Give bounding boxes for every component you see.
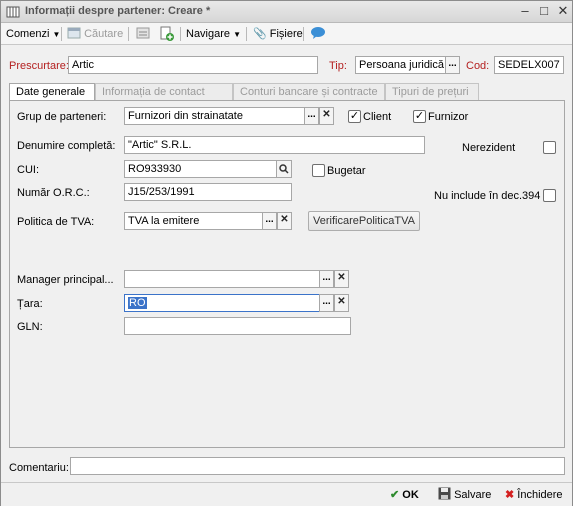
prescurtare-input[interactable]: Artic xyxy=(68,56,318,74)
manager-select-button[interactable]: ... xyxy=(319,270,334,288)
gln-label: GLN: xyxy=(17,321,43,333)
tva-select-button[interactable]: ... xyxy=(262,212,277,230)
chat-button[interactable] xyxy=(310,26,326,42)
salvare-button[interactable]: Salvare xyxy=(438,487,491,503)
manager-label: Manager principal... xyxy=(17,274,114,286)
comenzi-label: Comenzi xyxy=(6,28,50,40)
toolbar-divider xyxy=(246,27,247,41)
add-copy-button[interactable] xyxy=(159,26,175,42)
add-document-icon xyxy=(160,26,174,41)
nu-include-checkbox[interactable] xyxy=(543,189,556,202)
list-view-button[interactable] xyxy=(136,26,150,42)
tip-label: Tip: xyxy=(329,60,347,72)
grup-clear-icon[interactable]: ✕ xyxy=(319,107,334,125)
ok-button[interactable]: ✔ OK xyxy=(390,487,419,503)
navigare-menu[interactable]: Navigare ▼ xyxy=(186,26,241,42)
cui-search-icon[interactable] xyxy=(276,160,292,178)
minimize-icon[interactable]: – xyxy=(517,4,533,20)
search-window-icon xyxy=(67,27,81,39)
checkmark-icon: ✔ xyxy=(390,489,400,501)
bugetar-label: Bugetar xyxy=(327,165,366,177)
toolbar-divider xyxy=(128,27,129,41)
comentariu-input[interactable] xyxy=(70,457,565,475)
tab-informatia-de-contact[interactable]: Informația de contact xyxy=(95,83,233,101)
tara-value: RO xyxy=(128,297,147,309)
toolbar: Comenzi ▼ Căutare Navigare ▼ 📎 Fișiere xyxy=(1,23,572,45)
prescurtare-label: Prescurtare: xyxy=(9,60,69,72)
tip-select-button[interactable]: ... xyxy=(445,56,460,74)
nerezident-label: Nerezident xyxy=(462,142,516,154)
bottom-bar: ✔ OK Salvare ✖ Închidere xyxy=(1,482,572,506)
nerezident-checkbox[interactable] xyxy=(543,141,556,154)
denumire-input[interactable]: "Artic" S.R.L. xyxy=(124,136,425,154)
verificare-tva-button[interactable]: VerificarePoliticaTVA xyxy=(308,211,420,231)
furnizor-checkbox[interactable]: ✓ xyxy=(413,110,426,123)
speech-bubble-icon xyxy=(311,27,325,39)
navigare-label: Navigare xyxy=(186,28,231,40)
tara-select-button[interactable]: ... xyxy=(319,294,334,312)
client-label: Client xyxy=(363,111,392,123)
cui-label: CUI: xyxy=(17,164,39,176)
chevron-down-icon: ▼ xyxy=(52,30,61,39)
title-bar: Informații despre partener: Creare * – □… xyxy=(1,1,572,23)
tip-input[interactable]: Persoana juridică xyxy=(355,56,447,74)
close-icon[interactable]: ✕ xyxy=(555,4,571,20)
comenzi-menu[interactable]: Comenzi ▼ xyxy=(6,26,60,42)
ok-label: OK xyxy=(402,489,419,501)
window-title: Informații despre partener: Creare * xyxy=(25,5,211,17)
nu-include-label: Nu include în dec.394 xyxy=(434,190,541,202)
tva-label: Politica de TVA: xyxy=(17,216,95,228)
bugetar-checkbox[interactable] xyxy=(312,164,325,177)
inchidere-button[interactable]: ✖ Închidere xyxy=(505,487,563,503)
cautare-button[interactable]: Căutare xyxy=(67,26,123,42)
grup-input[interactable]: Furnizori din strainatate xyxy=(124,107,305,125)
partner-dialog: Informații despre partener: Creare * – □… xyxy=(0,0,573,506)
client-checkbox[interactable]: ✓ xyxy=(348,110,361,123)
tva-clear-icon[interactable]: ✕ xyxy=(277,212,292,230)
tara-label: Țara: xyxy=(17,298,43,310)
toolbar-divider xyxy=(180,27,181,41)
chevron-down-icon: ▼ xyxy=(233,30,242,39)
fisiere-label: Fișiere xyxy=(269,28,303,40)
grup-select-button[interactable]: ... xyxy=(304,107,319,125)
paperclip-icon: 📎 xyxy=(253,28,267,40)
maximize-icon[interactable]: □ xyxy=(536,4,552,20)
inchidere-label: Închidere xyxy=(517,489,563,501)
manager-clear-icon[interactable]: ✕ xyxy=(334,270,349,288)
denumire-label: Denumire completă: xyxy=(17,140,116,152)
salvare-label: Salvare xyxy=(454,489,492,501)
tara-clear-icon[interactable]: ✕ xyxy=(334,294,349,312)
tara-input[interactable]: RO xyxy=(124,294,320,312)
orc-input[interactable]: J15/253/1991 xyxy=(124,183,292,201)
toolbar-divider xyxy=(303,27,304,41)
furnizor-label: Furnizor xyxy=(428,111,469,123)
tab-conturi-bancare[interactable]: Conturi bancare și contracte xyxy=(233,83,385,101)
manager-input[interactable] xyxy=(124,270,320,288)
list-icon xyxy=(136,27,150,39)
gln-input[interactable] xyxy=(124,317,351,335)
comentariu-label: Comentariu: xyxy=(9,462,69,474)
cui-input[interactable]: RO933930 xyxy=(124,160,277,178)
close-x-icon: ✖ xyxy=(505,489,515,501)
save-icon xyxy=(438,487,451,500)
cautare-label: Căutare xyxy=(84,28,124,40)
cod-label: Cod: xyxy=(466,60,490,72)
grup-label: Grup de parteneri: xyxy=(17,111,107,123)
fisiere-button[interactable]: 📎 Fișiere xyxy=(253,26,303,42)
tab-tipuri-de-preturi[interactable]: Tipuri de prețuri xyxy=(385,83,479,101)
app-icon xyxy=(6,6,20,18)
toolbar-divider xyxy=(61,27,62,41)
cod-input[interactable]: SEDELX007 xyxy=(494,56,564,74)
orc-label: Număr O.R.C.: xyxy=(17,187,90,199)
tva-input[interactable]: TVA la emitere xyxy=(124,212,263,230)
